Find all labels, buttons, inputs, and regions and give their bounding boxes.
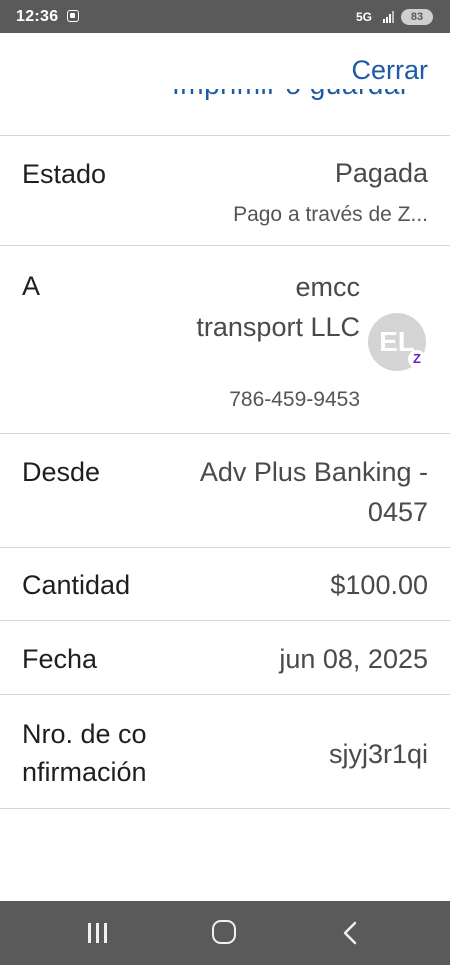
amount-value: $100.00 bbox=[330, 570, 428, 600]
divider bbox=[0, 245, 450, 246]
recents-icon[interactable] bbox=[86, 923, 110, 943]
home-icon[interactable] bbox=[212, 920, 236, 944]
status-bar: 12:36 5G 83 bbox=[0, 0, 450, 33]
divider bbox=[0, 694, 450, 695]
network-type: 5G bbox=[356, 10, 373, 24]
status-subvalue: Pago a través de Z... bbox=[233, 203, 428, 226]
screenshot-icon bbox=[67, 10, 79, 22]
header: Imprimir o guardar Cerrar bbox=[0, 33, 450, 135]
status-value: Pagada bbox=[334, 158, 428, 188]
navigation-bar bbox=[0, 901, 450, 965]
battery-indicator: 83 bbox=[401, 9, 433, 25]
back-icon[interactable] bbox=[340, 921, 362, 945]
recipient-label: A bbox=[22, 271, 41, 301]
date-label: Fecha bbox=[22, 644, 98, 674]
status-time: 12:36 bbox=[16, 8, 59, 25]
divider bbox=[0, 620, 450, 621]
divider bbox=[0, 135, 450, 136]
divider bbox=[0, 808, 450, 809]
date-value: jun 08, 2025 bbox=[279, 644, 428, 674]
from-label: Desde bbox=[22, 457, 101, 487]
status-label: Estado bbox=[22, 159, 107, 189]
confirmation-label: Nro. de co nfirmación bbox=[22, 719, 147, 787]
confirmation-value: sjyj3r1qi bbox=[328, 739, 428, 769]
divider bbox=[0, 433, 450, 434]
recipient-name: emcc transport LLC bbox=[196, 272, 360, 342]
from-value: Adv Plus Banking - 0457 bbox=[199, 457, 428, 527]
amount-label: Cantidad bbox=[22, 570, 131, 600]
close-button[interactable]: Cerrar bbox=[343, 55, 428, 86]
divider bbox=[0, 547, 450, 548]
signal-icon bbox=[383, 11, 394, 23]
zelle-badge-icon: Z bbox=[408, 350, 426, 368]
recipient-phone: 786-459-9453 bbox=[229, 388, 360, 411]
